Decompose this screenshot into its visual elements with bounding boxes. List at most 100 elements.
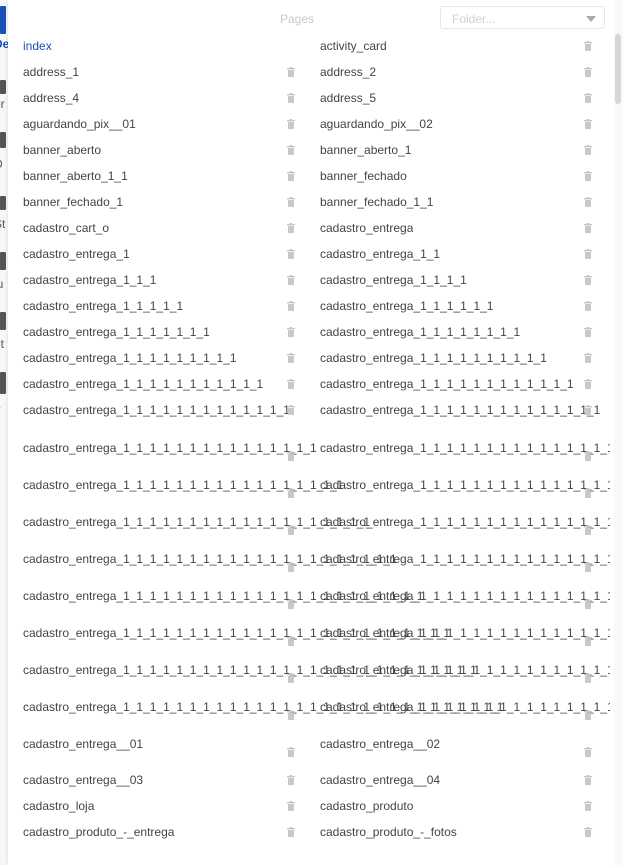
- trash-icon[interactable]: [287, 562, 295, 572]
- page-item[interactable]: cadastro_entrega_1_1_1_1_1_1_1_1_1_1_1_1…: [320, 400, 610, 420]
- page-item[interactable]: cadastro_entrega_1_1_1_1_1_1_1_1_1_1_1_1…: [320, 475, 610, 498]
- trash-icon[interactable]: [584, 775, 592, 785]
- page-item[interactable]: cadastro_entrega_1_1_1_1_1_1_1_1: [320, 322, 610, 342]
- page-item[interactable]: cadastro_entrega_1_1_1_1_1_1_1_1_1_1_1_1…: [320, 586, 610, 609]
- trash-icon[interactable]: [584, 636, 592, 646]
- page-item[interactable]: cadastro_entrega_1_1_1_1_1_1_1_1_1_1_1_1…: [23, 400, 320, 420]
- page-item[interactable]: cadastro_entrega_1_1_1_1_1_1_1_1_1_1_1_1…: [320, 512, 610, 535]
- trash-icon[interactable]: [287, 197, 295, 207]
- trash-icon[interactable]: [287, 119, 295, 129]
- trash-icon[interactable]: [584, 301, 592, 311]
- page-item[interactable]: cadastro_entrega_1_1_1_1_1_1_1_1_1_1_1_1…: [320, 438, 610, 461]
- page-item[interactable]: address_5: [320, 88, 610, 108]
- trash-icon[interactable]: [287, 171, 295, 181]
- page-item[interactable]: cadastro_produto: [320, 796, 610, 816]
- page-item[interactable]: cadastro_entrega: [320, 218, 610, 238]
- trash-icon[interactable]: [584, 171, 592, 181]
- page-item[interactable]: banner_aberto_1: [320, 140, 610, 160]
- page-item[interactable]: cadastro_loja: [23, 796, 320, 816]
- trash-icon[interactable]: [584, 353, 592, 363]
- trash-icon[interactable]: [584, 379, 592, 389]
- page-item[interactable]: cadastro_entrega__03: [23, 770, 320, 790]
- page-item[interactable]: index: [23, 36, 320, 56]
- trash-icon[interactable]: [584, 801, 592, 811]
- trash-icon[interactable]: [287, 673, 295, 683]
- page-item[interactable]: cadastro_entrega_1_1_1_1_1: [23, 296, 320, 316]
- page-item[interactable]: cadastro_entrega_1_1_1_1_1_1_1_1_1_1: [320, 348, 610, 368]
- toolbar-icon[interactable]: [0, 132, 6, 148]
- page-item[interactable]: cadastro_entrega_1_1_1_1: [320, 270, 610, 290]
- trash-icon[interactable]: [287, 145, 295, 155]
- page-item[interactable]: cadastro_produto_-_entrega: [23, 822, 320, 842]
- page-item[interactable]: cadastro_entrega_1_1_1_1_1_1_1_1_1_1_1_1…: [23, 623, 450, 646]
- page-item[interactable]: address_2: [320, 62, 610, 82]
- page-item[interactable]: aguardando_pix__01: [23, 114, 320, 134]
- page-item[interactable]: cadastro_entrega_1_1_1_1_1_1_1_1_1_1_1_1: [320, 374, 610, 394]
- page-item[interactable]: cadastro_entrega__01: [23, 734, 320, 757]
- page-item[interactable]: aguardando_pix__02: [320, 114, 610, 134]
- page-item[interactable]: cadastro_entrega_1_1_1_1_1_1_1_1_1: [23, 348, 320, 368]
- trash-icon[interactable]: [287, 775, 295, 785]
- trash-icon[interactable]: [287, 223, 295, 233]
- trash-icon[interactable]: [287, 301, 295, 311]
- trash-icon[interactable]: [584, 119, 592, 129]
- page-item[interactable]: cadastro_entrega_1_1_1: [23, 270, 320, 290]
- trash-icon[interactable]: [584, 451, 592, 461]
- page-item[interactable]: cadastro_produto_-_fotos: [320, 822, 610, 842]
- folder-dropdown[interactable]: Folder...: [440, 6, 605, 29]
- page-item[interactable]: cadastro_entrega_1_1_1_1_1_1_1_1_1_1_1_1…: [23, 586, 423, 609]
- page-item[interactable]: address_1: [23, 62, 320, 82]
- toolbar-icon[interactable]: [0, 372, 6, 394]
- trash-icon[interactable]: [584, 275, 592, 285]
- toolbar-icon[interactable]: [0, 80, 6, 94]
- trash-icon[interactable]: [287, 275, 295, 285]
- trash-icon[interactable]: [287, 747, 295, 757]
- page-item[interactable]: cadastro_entrega_1_1_1_1_1_1_1_1_1_1_1_1…: [23, 512, 370, 535]
- scrollbar[interactable]: [614, 0, 623, 865]
- trash-icon[interactable]: [584, 93, 592, 103]
- trash-icon[interactable]: [287, 249, 295, 259]
- toolbar-icon[interactable]: [0, 252, 6, 270]
- trash-icon[interactable]: [287, 599, 295, 609]
- trash-icon[interactable]: [287, 710, 295, 720]
- trash-icon[interactable]: [584, 827, 592, 837]
- toolbar-icon[interactable]: [0, 312, 6, 330]
- trash-icon[interactable]: [287, 525, 295, 535]
- page-item[interactable]: banner_aberto_1_1: [23, 166, 320, 186]
- page-item[interactable]: cadastro_entrega_1_1_1_1_1_1_1_1_1_1_1_1…: [320, 623, 610, 646]
- trash-icon[interactable]: [584, 223, 592, 233]
- page-item[interactable]: banner_fechado_1_1: [320, 192, 610, 212]
- trash-icon[interactable]: [584, 67, 592, 77]
- trash-icon[interactable]: [287, 67, 295, 77]
- page-item[interactable]: cadastro_entrega_1: [23, 244, 320, 264]
- trash-icon[interactable]: [287, 827, 295, 837]
- page-item[interactable]: cadastro_entrega_1_1_1_1_1_1: [320, 296, 610, 316]
- page-item[interactable]: cadastro_entrega_1_1: [320, 244, 610, 264]
- trash-icon[interactable]: [287, 801, 295, 811]
- trash-icon[interactable]: [584, 488, 592, 498]
- trash-icon[interactable]: [287, 353, 295, 363]
- trash-icon[interactable]: [584, 41, 592, 51]
- trash-icon[interactable]: [287, 451, 295, 461]
- trash-icon[interactable]: [584, 249, 592, 259]
- page-item[interactable]: banner_fechado_1: [23, 192, 320, 212]
- trash-icon[interactable]: [287, 636, 295, 646]
- page-item[interactable]: cadastro_entrega_1_1_1_1_1_1_1_1_1_1_1_1…: [320, 660, 610, 683]
- page-item[interactable]: banner_aberto: [23, 140, 320, 160]
- page-item[interactable]: cadastro_entrega_1_1_1_1_1_1_1_1_1_1_1_1…: [23, 475, 343, 498]
- page-item[interactable]: cadastro_entrega_1_1_1_1_1_1_1_1_1_1_1_1…: [320, 549, 610, 572]
- trash-icon[interactable]: [287, 327, 295, 337]
- trash-icon[interactable]: [287, 405, 295, 415]
- toolbar-icon[interactable]: [0, 196, 6, 210]
- page-item[interactable]: cadastro_entrega__04: [320, 770, 610, 790]
- trash-icon[interactable]: [584, 197, 592, 207]
- trash-icon[interactable]: [287, 379, 295, 389]
- trash-icon[interactable]: [584, 710, 592, 720]
- trash-icon[interactable]: [584, 562, 592, 572]
- trash-icon[interactable]: [287, 488, 295, 498]
- toolbar-icon[interactable]: [0, 6, 6, 34]
- trash-icon[interactable]: [287, 93, 295, 103]
- page-item[interactable]: cadastro_entrega_1_1_1_1_1_1_1_1_1_1_1_1…: [23, 438, 320, 461]
- page-item[interactable]: cadastro_entrega_1_1_1_1_1_1_1_1_1_1_1: [23, 374, 320, 394]
- trash-icon[interactable]: [584, 525, 592, 535]
